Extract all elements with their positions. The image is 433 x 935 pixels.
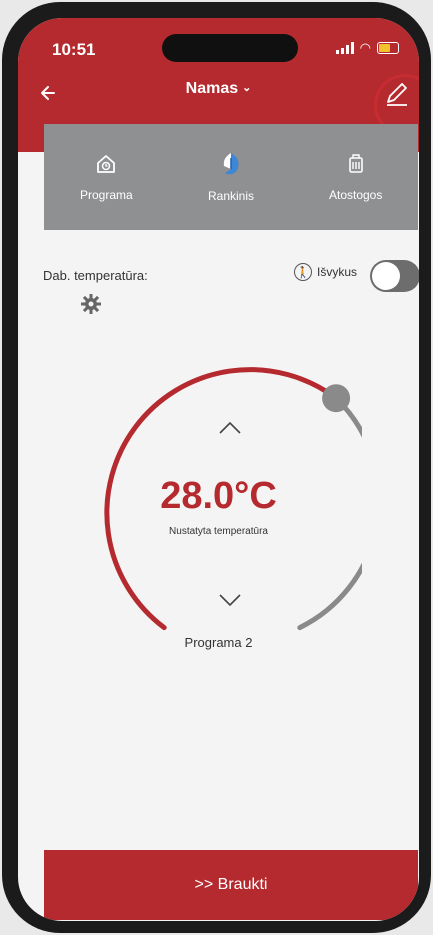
dynamic-island bbox=[162, 34, 298, 62]
toggle-knob bbox=[372, 262, 400, 290]
increase-temperature-button[interactable] bbox=[217, 420, 243, 436]
tab-label: Programa bbox=[79, 188, 133, 202]
set-temperature-caption: Nustatyta temperatūra bbox=[169, 526, 268, 537]
mode-tabs: Programa Rankinis Atostogos bbox=[44, 124, 418, 230]
location-title: Namas bbox=[185, 80, 239, 97]
battery-icon bbox=[377, 42, 399, 54]
tab-programa[interactable]: Programa bbox=[44, 124, 169, 230]
luggage-icon bbox=[348, 154, 363, 173]
hand-icon bbox=[223, 153, 239, 175]
away-mode-label: Išvykus bbox=[317, 265, 358, 279]
gear-icon bbox=[81, 294, 101, 314]
phone-frame: 10:51 ◠ Namas ⌄ Programa Rankinis Atosto… bbox=[2, 2, 431, 933]
tab-rankinis[interactable]: Rankinis bbox=[169, 124, 294, 230]
walking-person-icon: 🚶 bbox=[294, 263, 312, 281]
wifi-icon: ◠ bbox=[359, 40, 371, 55]
current-temperature-label: Dab. temperatūra: bbox=[43, 268, 148, 283]
decrease-temperature-button[interactable] bbox=[217, 592, 243, 608]
edit-button[interactable] bbox=[376, 74, 416, 114]
app-screen: 10:51 ◠ Namas ⌄ Programa Rankinis Atosto… bbox=[18, 18, 419, 921]
clock-house-icon bbox=[97, 155, 116, 173]
away-mode: 🚶 Išvykus bbox=[294, 263, 357, 281]
status-time: 10:51 bbox=[52, 40, 96, 59]
dial-handle[interactable] bbox=[322, 384, 351, 413]
swipe-button[interactable]: >> Braukti bbox=[44, 850, 418, 920]
signal-icon bbox=[335, 42, 354, 54]
chevron-down-icon: ⌄ bbox=[242, 82, 252, 94]
tab-label: Atostogos bbox=[328, 188, 383, 202]
away-mode-toggle[interactable] bbox=[370, 260, 419, 292]
status-icons: ◠ bbox=[335, 40, 399, 55]
set-temperature-value: 28.0°C bbox=[160, 475, 277, 517]
tab-atostogos[interactable]: Atostogos bbox=[293, 124, 418, 230]
location-selector[interactable]: Namas ⌄ bbox=[18, 80, 419, 98]
tab-label: Rankinis bbox=[207, 189, 255, 203]
program-name: Programa 2 bbox=[184, 635, 253, 650]
pencil-icon bbox=[387, 83, 407, 106]
